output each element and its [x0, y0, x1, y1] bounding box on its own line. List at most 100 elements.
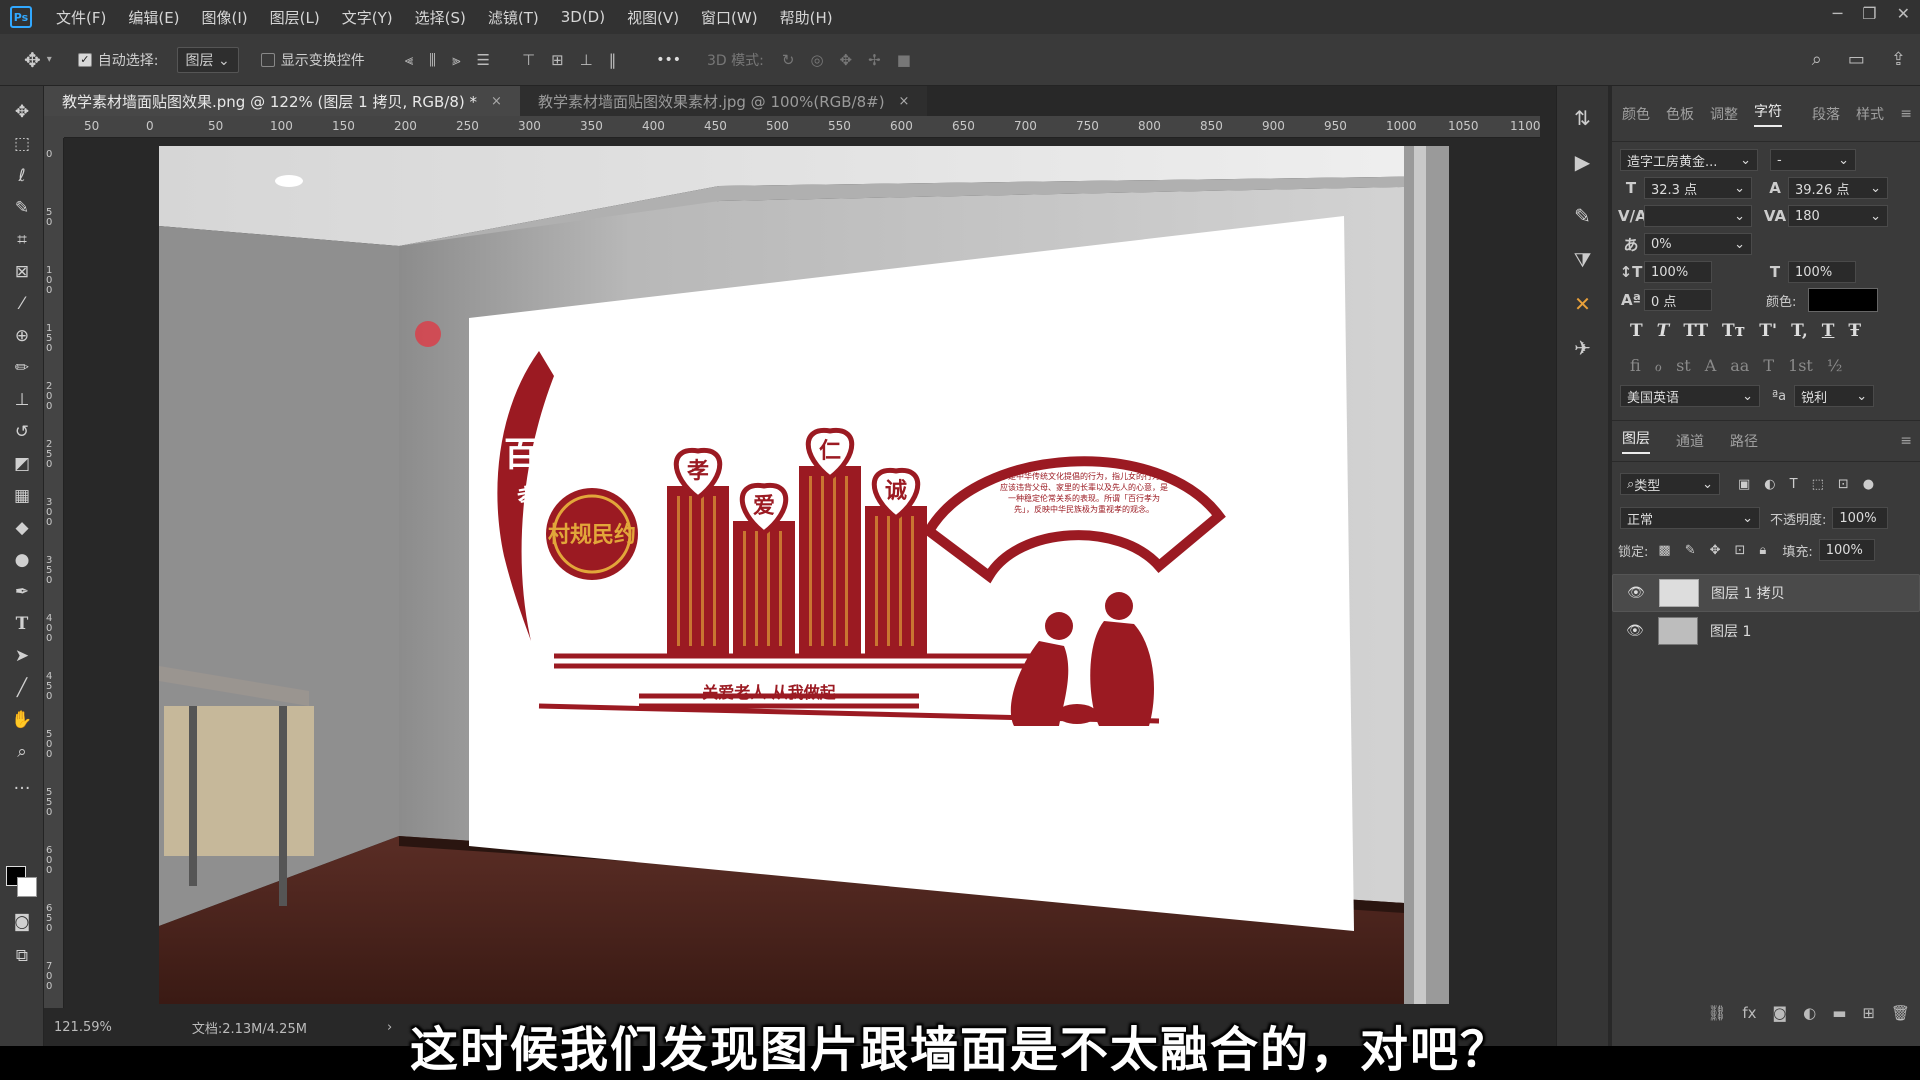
- close-tab-icon[interactable]: ×: [491, 94, 502, 109]
- pen-tool[interactable]: ✒: [0, 576, 44, 608]
- marquee-tool[interactable]: ⬚: [0, 128, 44, 160]
- menu-view[interactable]: 视图(V): [627, 7, 679, 28]
- plugin-icon[interactable]: ✈: [1557, 326, 1608, 370]
- hand-tool[interactable]: ✋: [0, 704, 44, 736]
- contextual-alt-button[interactable]: st: [1676, 356, 1691, 375]
- tab-adjustments[interactable]: 调整: [1710, 104, 1738, 124]
- type-tool[interactable]: T: [0, 608, 44, 640]
- blend-mode-select[interactable]: 正常 ⌄: [1620, 507, 1760, 529]
- tab-swatches[interactable]: 色板: [1666, 104, 1694, 124]
- auto-select-checkbox[interactable]: ✓: [77, 52, 92, 67]
- visibility-eye-icon[interactable]: 👁︎: [1627, 585, 1647, 601]
- distribute-v-icon[interactable]: ‖: [609, 51, 617, 69]
- filter-smart-icon[interactable]: ⊡: [1838, 477, 1849, 492]
- quick-mask-icon[interactable]: ◙: [0, 906, 44, 938]
- fill-field[interactable]: 100%: [1818, 539, 1875, 561]
- align-top-icon[interactable]: ⊤: [522, 51, 535, 69]
- discretionary-ligature-button[interactable]: ℴ: [1655, 356, 1662, 375]
- background-color[interactable]: [17, 877, 37, 897]
- distribute-h-icon[interactable]: ☰: [477, 51, 490, 69]
- filter-shape-icon[interactable]: ⬚: [1812, 477, 1824, 492]
- menu-type[interactable]: 文字(Y): [342, 7, 393, 28]
- 3d-slide-icon[interactable]: ✢: [868, 51, 881, 69]
- panel-menu-icon[interactable]: ≡: [1900, 106, 1912, 122]
- tsume-field[interactable]: 0% ⌄: [1644, 233, 1752, 255]
- workspace-icon[interactable]: ▭: [1848, 49, 1865, 70]
- tool-preset-chevron-icon[interactable]: ▾: [47, 54, 52, 65]
- search-icon[interactable]: ⌕: [1812, 49, 1822, 70]
- baseline-shift-field[interactable]: 0 点: [1644, 289, 1712, 311]
- titling-alt-button[interactable]: T: [1763, 356, 1774, 375]
- visibility-eye-icon[interactable]: 👁︎: [1626, 623, 1646, 639]
- align-right-icon[interactable]: ⫸: [452, 51, 460, 69]
- dodge-tool[interactable]: ●: [0, 544, 44, 576]
- close-tab-icon[interactable]: ×: [899, 94, 910, 109]
- more-options-button[interactable]: •••: [656, 52, 681, 68]
- actions-play-icon[interactable]: ▶: [1557, 140, 1608, 184]
- 3d-camera-icon[interactable]: ■: [897, 51, 911, 69]
- kerning-field[interactable]: ⌄: [1644, 205, 1752, 227]
- more-tools-icon[interactable]: …: [0, 768, 44, 800]
- all-caps-button[interactable]: TT: [1683, 321, 1708, 341]
- filter-toggle-icon[interactable]: ●: [1863, 477, 1874, 492]
- stylistic-alt-button[interactable]: aa: [1730, 356, 1749, 375]
- healing-tool[interactable]: ⊕: [0, 320, 44, 352]
- tab-color[interactable]: 颜色: [1622, 104, 1650, 124]
- antialias-select[interactable]: 锐利 ⌄: [1794, 385, 1875, 407]
- underline-button[interactable]: T: [1822, 321, 1835, 341]
- canvas-area[interactable]: 百善 孝当先 村规民约 孝 爱 仁 诚 关爱老人 从我做起 孝是中华传统文化提倡…: [64, 138, 1540, 1008]
- lasso-tool[interactable]: ℓ: [0, 160, 44, 192]
- tab-paragraph[interactable]: 段落: [1812, 104, 1840, 124]
- crop-tool[interactable]: ⌗: [0, 224, 44, 256]
- menu-layer[interactable]: 图层(L): [270, 7, 320, 28]
- align-hcenter-icon[interactable]: ⫼: [429, 51, 436, 69]
- close-icon[interactable]: ✕: [1897, 4, 1910, 23]
- menu-image[interactable]: 图像(I): [202, 7, 248, 28]
- tab-document-1[interactable]: 教学素材墙面贴图效果.png @ 122% (图层 1 拷贝, RGB/8) *…: [44, 86, 520, 116]
- 3d-orbit-icon[interactable]: ↻: [782, 51, 795, 69]
- fractions-button[interactable]: ½: [1827, 356, 1843, 375]
- font-size-field[interactable]: 32.3 点 ⌄: [1644, 177, 1752, 199]
- gradient-tool[interactable]: ▦: [0, 480, 44, 512]
- quick-select-tool[interactable]: ✎: [0, 192, 44, 224]
- lock-artboard-icon[interactable]: ⊡: [1735, 543, 1746, 558]
- path-select-tool[interactable]: ➤: [0, 640, 44, 672]
- leading-field[interactable]: 39.26 点 ⌄: [1788, 177, 1888, 199]
- lock-position-icon[interactable]: ✥: [1710, 543, 1721, 558]
- frame-tool[interactable]: ⊠: [0, 256, 44, 288]
- brush-tool[interactable]: ✏: [0, 352, 44, 384]
- eraser-tool[interactable]: ◩: [0, 448, 44, 480]
- document-canvas[interactable]: 百善 孝当先 村规民约 孝 爱 仁 诚 关爱老人 从我做起 孝是中华传统文化提倡…: [159, 146, 1449, 1004]
- history-brush-tool[interactable]: ↺: [0, 416, 44, 448]
- filter-pixel-icon[interactable]: ▣: [1738, 477, 1750, 492]
- move-tool[interactable]: ✥: [0, 96, 44, 128]
- menu-help[interactable]: 帮助(H): [780, 7, 833, 28]
- layer-filter-select[interactable]: ⌕ 类型 ⌄: [1620, 473, 1720, 495]
- align-left-icon[interactable]: ⫷: [405, 51, 413, 69]
- history-icon[interactable]: ⇅: [1557, 96, 1608, 140]
- menu-filter[interactable]: 滤镜(T): [488, 7, 539, 28]
- tracking-field[interactable]: 180 ⌄: [1788, 205, 1888, 227]
- font-family-select[interactable]: 造字工房黄金... ⌄: [1620, 149, 1758, 171]
- tab-document-2[interactable]: 教学素材墙面贴图效果素材.jpg @ 100%(RGB/8#) ×: [519, 86, 928, 116]
- language-select[interactable]: 美国英语 ⌄: [1620, 385, 1760, 407]
- subscript-button[interactable]: T,: [1791, 321, 1808, 341]
- lock-paint-icon[interactable]: ✎: [1685, 543, 1696, 558]
- menu-edit[interactable]: 编辑(E): [128, 7, 179, 28]
- menu-file[interactable]: 文件(F): [56, 7, 106, 28]
- opacity-field[interactable]: 100%: [1832, 507, 1889, 529]
- screen-mode-icon[interactable]: ⧉: [0, 940, 44, 972]
- menu-window[interactable]: 窗口(W): [701, 7, 758, 28]
- filter-type-icon[interactable]: T: [1790, 477, 1798, 492]
- minimize-icon[interactable]: ─: [1833, 4, 1843, 23]
- ordinals-button[interactable]: 1st: [1788, 356, 1813, 375]
- line-tool[interactable]: ╱: [0, 672, 44, 704]
- move-tool-icon[interactable]: ✥: [24, 48, 41, 72]
- faux-italic-button[interactable]: T: [1657, 321, 1670, 341]
- brush-settings-icon[interactable]: ✎: [1557, 194, 1608, 238]
- menu-3d[interactable]: 3D(D): [561, 8, 605, 26]
- tab-channels[interactable]: 通道: [1676, 431, 1704, 451]
- restore-icon[interactable]: ❐: [1862, 4, 1876, 23]
- faux-bold-button[interactable]: T: [1630, 321, 1643, 341]
- tools-cross-icon[interactable]: ✕: [1557, 282, 1608, 326]
